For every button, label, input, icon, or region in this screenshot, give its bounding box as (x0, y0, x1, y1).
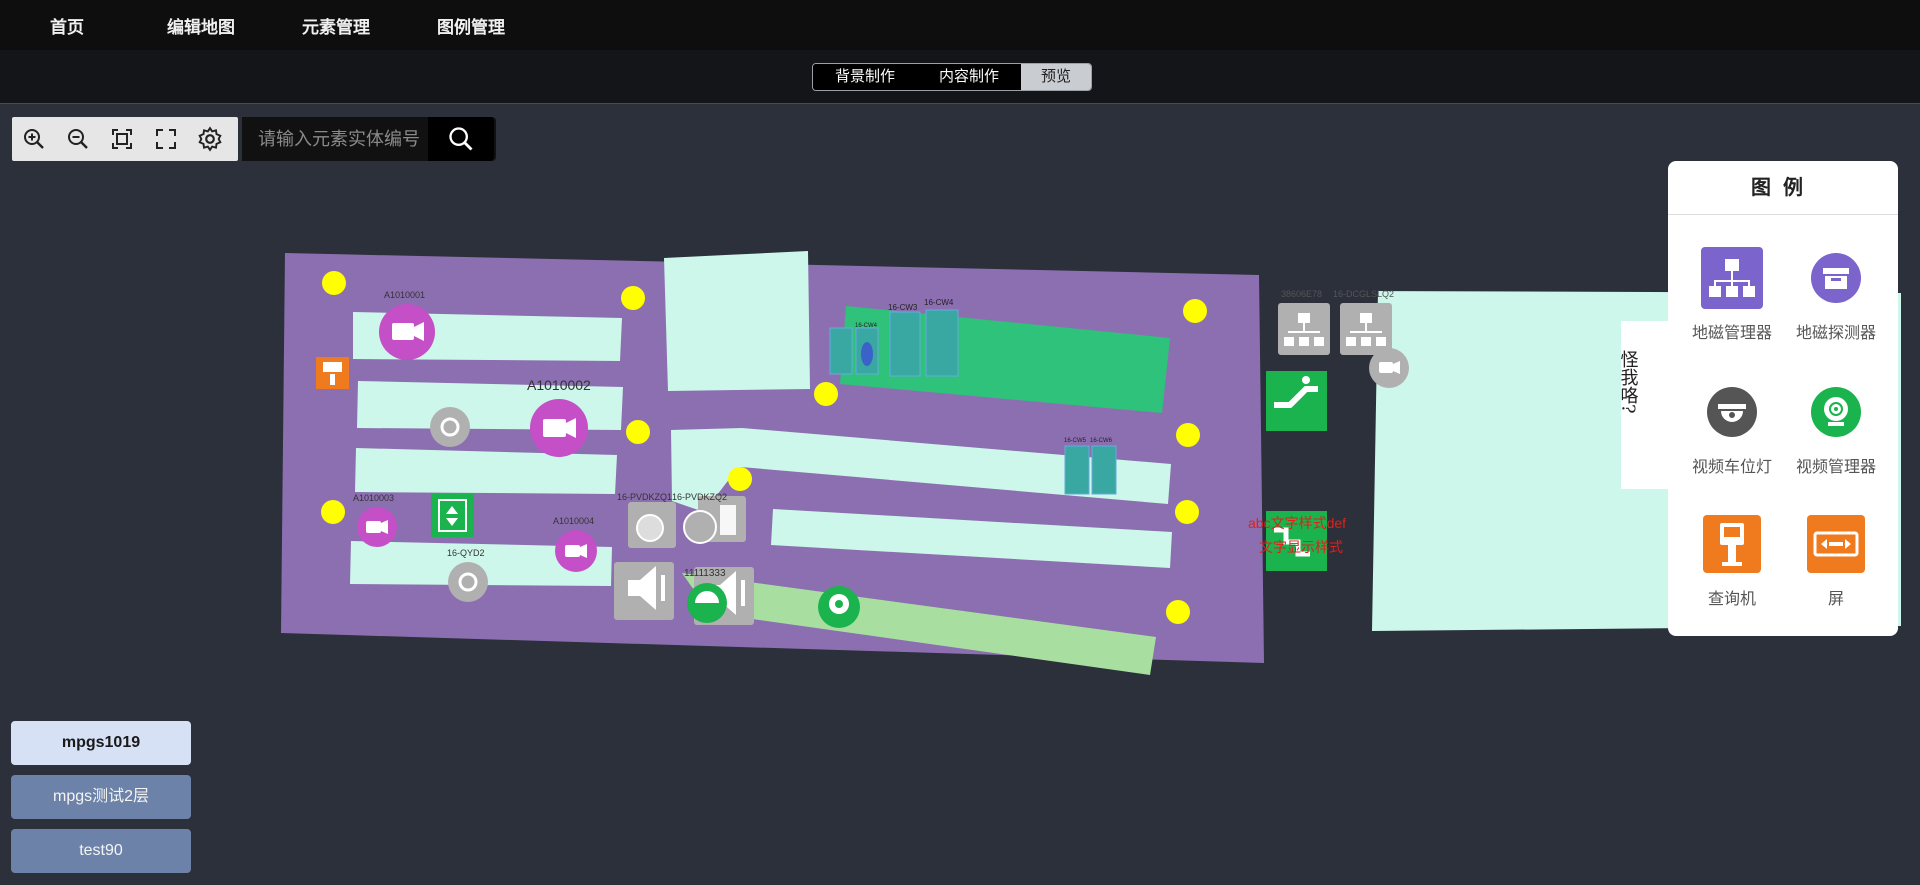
camera-A1010004[interactable]: A1010004 (553, 516, 597, 572)
kiosk-icon (1701, 513, 1763, 575)
parking-spot[interactable] (925, 309, 959, 377)
spot-label: 16-CW3 (888, 303, 918, 312)
webcam-icon (1805, 381, 1867, 443)
map-toolbar (12, 117, 238, 161)
yellow-marker[interactable] (1183, 299, 1207, 323)
network-manager-icon (1701, 247, 1763, 309)
screen-icon (1805, 513, 1867, 575)
yellow-marker[interactable] (814, 382, 838, 406)
yellow-marker[interactable] (1166, 600, 1190, 624)
legend-label: 地磁探测器 (1795, 325, 1876, 342)
speaker-device[interactable] (614, 562, 674, 620)
device-label: 16-QYD2 (447, 548, 485, 558)
legend-item[interactable]: 查询机 (1680, 513, 1784, 609)
device-label: 16-PVDKZQ1 (617, 492, 672, 502)
floor-button-mpgs-2f[interactable]: mpgs测试2层 (11, 775, 191, 819)
app-root: { "nav": { "items": [ {"label": "首页"}, {… (0, 0, 1920, 885)
nav-legend-management[interactable]: 图例管理 (437, 13, 505, 38)
legend-panel: 图例 地磁管理器 地磁探测器 视频车位灯 视频管理器 查询机 屏 (1668, 161, 1898, 636)
parking-spot[interactable] (829, 327, 853, 375)
room (355, 448, 617, 494)
zoom-in-icon[interactable] (12, 117, 56, 161)
device-label: 38606E78 (1281, 289, 1322, 299)
fit-view-icon[interactable] (100, 117, 144, 161)
legend-label: 视频管理器 (1795, 459, 1876, 476)
nav-element-management[interactable]: 元素管理 (302, 13, 370, 38)
legend-item[interactable]: 地磁探测器 (1784, 247, 1888, 343)
camera-label: A1010001 (384, 290, 425, 300)
room (664, 251, 810, 391)
legend-item[interactable]: 视频管理器 (1784, 381, 1888, 477)
red-text-2: 文字显示样式 (1259, 539, 1343, 555)
elevator-icon[interactable] (431, 494, 474, 537)
legend-label: 屏 (1827, 591, 1844, 608)
fullscreen-icon[interactable] (144, 117, 188, 161)
legend-label: 查询机 (1707, 591, 1756, 608)
grey-scan-device[interactable] (430, 407, 470, 447)
nav-home[interactable]: 首页 (50, 13, 84, 38)
legend-item[interactable]: 视频车位灯 (1680, 381, 1784, 477)
search-icon (449, 127, 473, 151)
network-manager-dcglslq2[interactable]: 16-DCGLSLQ2 (1333, 289, 1394, 355)
parking-spot[interactable] (889, 311, 921, 377)
camera-label: A1010003 (353, 493, 394, 503)
tab-preview[interactable]: 预览 (1021, 64, 1092, 90)
floor-button-mpgs1019[interactable]: mpgs1019 (11, 721, 191, 765)
yellow-marker[interactable] (322, 271, 346, 295)
parking-spot[interactable] (1091, 445, 1117, 495)
grey-camera-device[interactable] (1369, 348, 1409, 388)
detector-icon (1805, 247, 1867, 309)
legend-title: 图例 (1668, 161, 1898, 215)
yellow-marker[interactable] (1175, 500, 1199, 524)
yellow-marker[interactable] (621, 286, 645, 310)
nav-edit-map[interactable]: 编辑地图 (167, 13, 235, 38)
floor-button-test90[interactable]: test90 (11, 829, 191, 873)
search-button[interactable] (428, 117, 494, 161)
legend-label: 地磁管理器 (1691, 325, 1772, 342)
yellow-marker[interactable] (1176, 423, 1200, 447)
spot-label: 16-CW4 (855, 323, 878, 329)
device-16-QYD2[interactable]: 16-QYD2 (447, 548, 488, 602)
parking-spot[interactable] (1064, 445, 1090, 495)
camera-label: A1010004 (553, 516, 594, 526)
settings-icon[interactable] (188, 117, 232, 161)
spot-label: 16-CW6 (1090, 438, 1113, 444)
handwriting-text: 怪我咯? (1618, 350, 1639, 414)
search-box (242, 117, 496, 161)
network-manager-38606E78[interactable]: 38606E78 (1278, 289, 1330, 355)
camera-A1010002[interactable]: A1010002 (527, 377, 591, 457)
yellow-marker[interactable] (728, 467, 752, 491)
search-input[interactable] (242, 117, 428, 161)
dome-light-icon (1701, 381, 1763, 443)
legend-item[interactable]: 屏 (1784, 513, 1888, 609)
spot-label: 16-CW5 (1064, 438, 1087, 444)
tab-background[interactable]: 背景制作 (813, 64, 918, 90)
camera-label: A1010002 (527, 377, 591, 393)
device-label: 11111333 (684, 568, 726, 579)
spot-label: 16-CW4 (924, 298, 954, 307)
red-text-1: abc文字样式def (1248, 515, 1346, 531)
map-canvas[interactable]: 怪我咯? A1010001 A1010002 A1010003 A1010004… (0, 105, 1920, 885)
zoom-out-icon[interactable] (56, 117, 100, 161)
escalator-icon[interactable] (1266, 371, 1327, 431)
device-label: 16-PVDKZQ2 (672, 492, 727, 502)
yellow-marker[interactable] (626, 420, 650, 444)
legend-item[interactable]: 地磁管理器 (1680, 247, 1784, 343)
mode-bar: 背景制作 内容制作 预览 (0, 50, 1920, 104)
legend-label: 视频车位灯 (1691, 459, 1772, 476)
device-label: 16-DCGLSLQ2 (1333, 289, 1394, 299)
green-dome-device[interactable] (687, 583, 727, 623)
car-icon (861, 342, 873, 366)
green-webcam-device[interactable] (818, 586, 860, 628)
yellow-marker[interactable] (321, 500, 345, 524)
kiosk-icon[interactable] (316, 357, 349, 389)
top-nav: 首页 编辑地图 元素管理 图例管理 (0, 0, 1920, 50)
mode-tabs: 背景制作 内容制作 预览 (812, 63, 1093, 91)
tab-content[interactable]: 内容制作 (917, 64, 1022, 90)
